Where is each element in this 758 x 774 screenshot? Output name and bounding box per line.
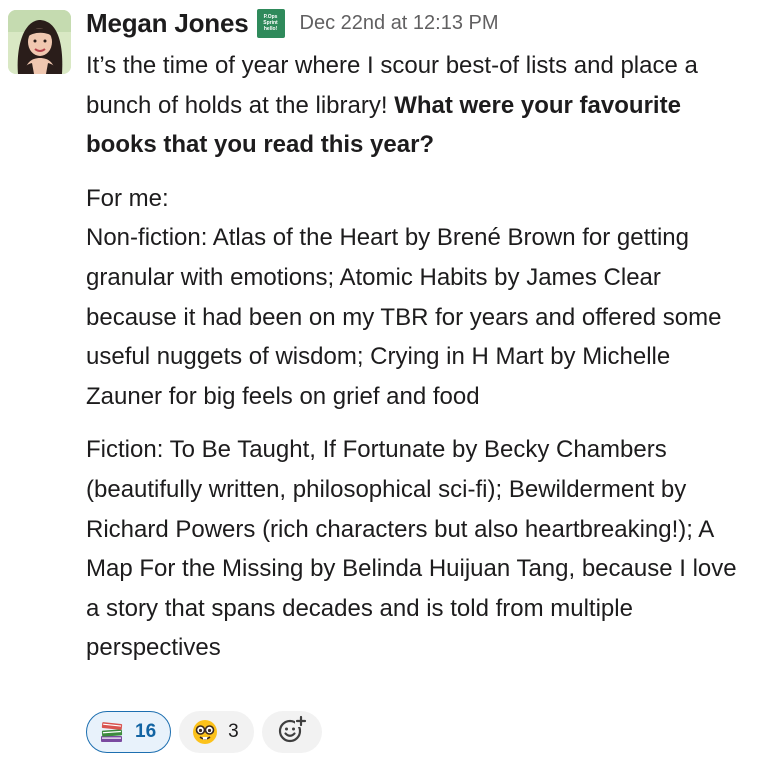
add-reaction-button[interactable]	[261, 711, 322, 753]
reaction-count: 3	[228, 721, 239, 742]
reactions-bar: 16 3	[86, 711, 322, 753]
paragraph-2: For me: Non-fiction: Atlas of the Heart b…	[86, 179, 750, 417]
reaction-count: 16	[135, 721, 157, 742]
add-reaction-icon	[277, 714, 307, 750]
nerd-face-emoji-icon	[192, 719, 218, 745]
message-header: Megan Jones P.Ops Sprint hello! Dec 22nd…	[86, 0, 750, 46]
message-content: Megan Jones P.Ops Sprint hello! Dec 22nd…	[86, 0, 750, 668]
reaction-nerd-face[interactable]: 3	[179, 711, 254, 753]
paragraph-3-fiction: Fiction: To Be Taught, If Fortunate by B…	[86, 436, 737, 662]
books-emoji-icon	[99, 719, 125, 745]
message: Megan Jones P.Ops Sprint hello! Dec 22nd…	[0, 0, 758, 774]
timestamp[interactable]: Dec 22nd at 12:13 PM	[300, 12, 499, 35]
reaction-books[interactable]: 16	[86, 711, 172, 753]
paragraph-1: It’s the time of year where I scour best…	[86, 46, 750, 165]
author-name[interactable]: Megan Jones	[86, 8, 249, 39]
status-badge-line3: hello!	[263, 26, 278, 32]
avatar[interactable]	[8, 10, 71, 74]
status-badge[interactable]: P.Ops Sprint hello!	[256, 8, 285, 38]
paragraph-2-nonfiction: Non-fiction: Atlas of the Heart by Brené…	[86, 224, 722, 410]
avatar-image	[8, 10, 71, 74]
paragraph-2-intro: For me:	[86, 184, 169, 212]
message-body: It’s the time of year where I scour best…	[86, 46, 750, 668]
